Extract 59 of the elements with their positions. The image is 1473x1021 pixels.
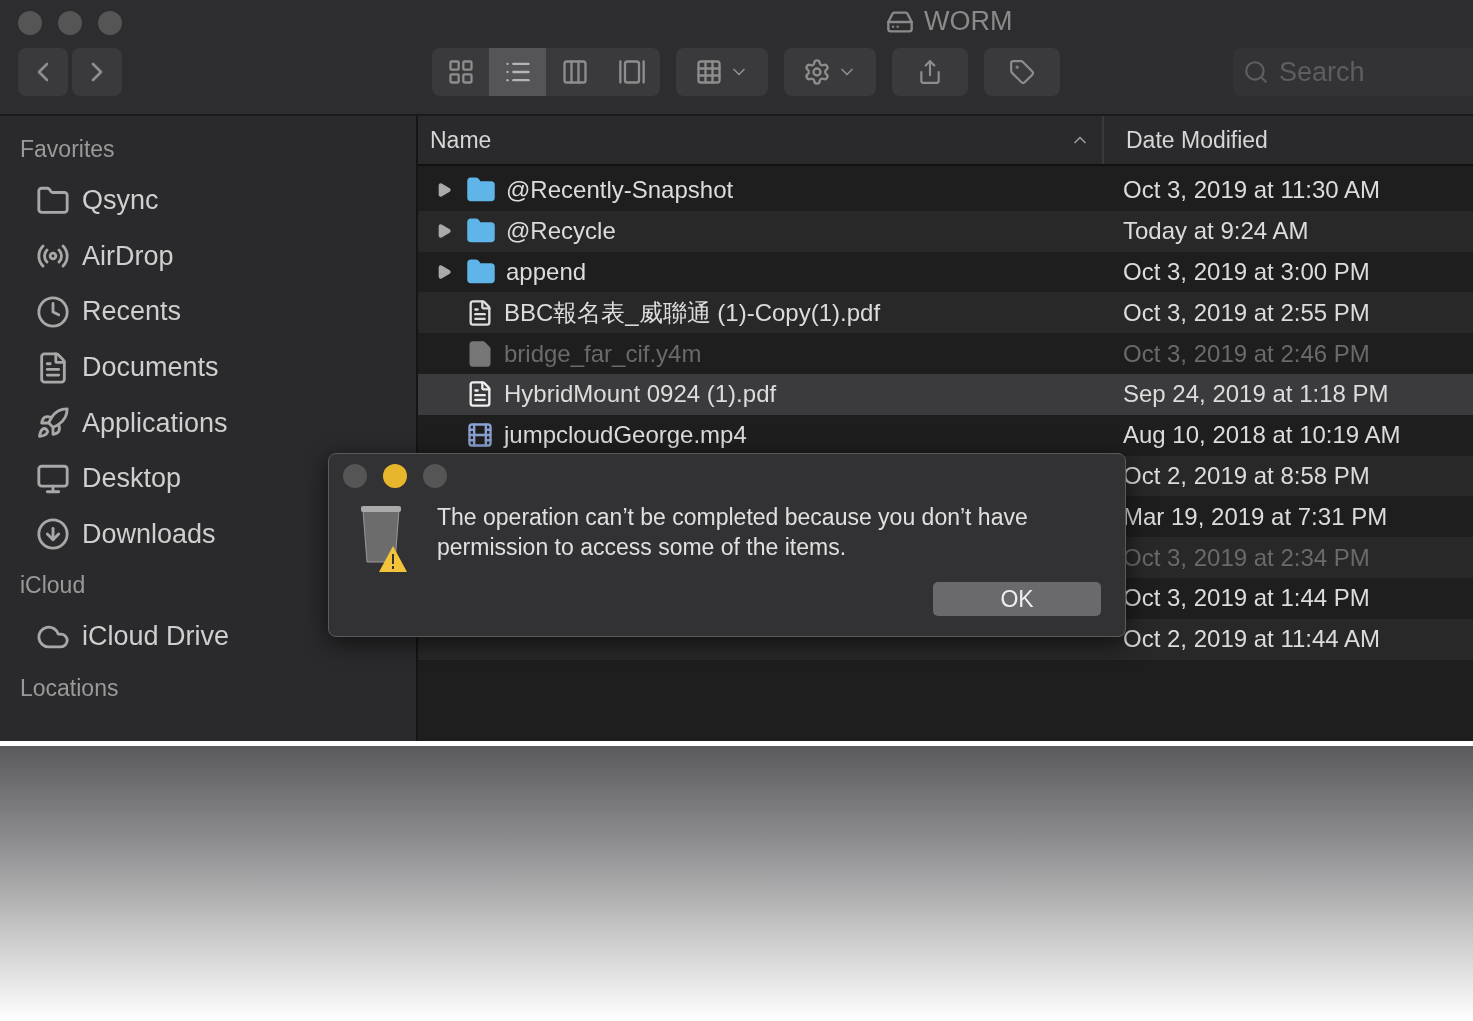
alert-message: The operation can’t be completed because you don’t have permission to access some of the items. — [437, 503, 1029, 562]
close-button[interactable] — [18, 11, 42, 35]
sidebar-item[interactable]: Recents — [0, 284, 416, 340]
tag-button[interactable] — [984, 48, 1060, 96]
grid-icon — [446, 58, 475, 86]
rocket-icon — [36, 406, 70, 441]
date-modified: Oct 2, 2019 at 11:44 AM — [1123, 625, 1381, 654]
minimize-button[interactable] — [383, 464, 407, 488]
clock-icon — [36, 295, 70, 329]
file-name: HybridMount 0924 (1).pdf — [504, 380, 777, 409]
back-button[interactable] — [18, 48, 68, 96]
share-button[interactable] — [892, 48, 968, 96]
tag-icon — [1009, 59, 1035, 85]
download-icon — [36, 517, 70, 552]
group-button[interactable] — [676, 48, 768, 96]
date-modified: Oct 3, 2019 at 3:00 PM — [1123, 258, 1370, 286]
file-name: append — [506, 258, 587, 286]
disclosure-triangle-icon[interactable] — [436, 223, 452, 240]
sidebar-item[interactable]: Documents — [0, 339, 416, 396]
file-name: jumpcloudGeorge.mp4 — [504, 421, 747, 450]
date-modified: Oct 3, 2019 at 2:55 PM — [1123, 298, 1370, 327]
columns-icon — [560, 58, 589, 86]
share-icon — [917, 59, 943, 85]
ok-button[interactable]: OK — [933, 582, 1101, 616]
window-title: WORM — [924, 6, 1013, 37]
sidebar-section-title: Favorites — [19, 135, 116, 164]
sidebar-section-title: iCloud — [19, 571, 87, 601]
file-name: bridge_far_cif.y4m — [504, 339, 702, 368]
grid-icon — [695, 58, 723, 86]
sidebar-item[interactable]: Desktop — [0, 450, 416, 507]
date-modified: Aug 10, 2018 at 10:19 AM — [1123, 421, 1401, 450]
date-modified: Oct 3, 2019 at 2:46 PM — [1123, 339, 1370, 368]
date-modified: Sep 24, 2019 at 1:18 PM — [1123, 380, 1389, 409]
gallery-icon — [617, 58, 646, 86]
file-row[interactable]: @Recycle Today at 9:24 AM — [418, 210, 1473, 252]
date-modified: Today at 9:24 AM — [1123, 217, 1309, 246]
file-name: @Recycle — [506, 217, 616, 246]
date-modified: Oct 3, 2019 at 11:30 AM — [1123, 176, 1381, 205]
view-mode-button[interactable] — [489, 48, 546, 96]
forward-button[interactable] — [72, 48, 122, 96]
video-thumbnail-icon — [466, 421, 494, 450]
file-row[interactable]: HybridMount 0924 (1).pdf Sep 24, 2019 at 1:18 PM — [418, 374, 1473, 415]
column-header[interactable]: Name — [418, 116, 1104, 164]
search-icon — [1243, 59, 1269, 85]
file-row[interactable]: BBC報名表_威聯通 (1)-Copy(1).pdf Oct 3, 2019 at 2:55 PM — [418, 292, 1473, 334]
sidebar-item[interactable]: Qsync — [0, 173, 416, 229]
gear-icon — [803, 58, 831, 86]
settings-button[interactable] — [784, 48, 876, 96]
sidebar-item[interactable]: iCloud Drive — [0, 609, 416, 665]
file-name: BBC報名表_威聯通 (1)-Copy(1).pdf — [504, 297, 881, 328]
disclosure-triangle-icon[interactable] — [436, 182, 452, 199]
sidebar-section-title: Locations — [19, 673, 120, 703]
file-name: @Recently-Snapshot — [506, 176, 734, 205]
sidebar-item[interactable]: Applications — [0, 395, 416, 451]
sidebar-item[interactable]: AirDrop — [0, 228, 416, 285]
zoom-button[interactable] — [98, 11, 122, 35]
column-header[interactable]: Date Modified — [1104, 116, 1470, 164]
disclosure-triangle-icon[interactable] — [436, 264, 452, 280]
sidebar-item[interactable]: Downloads — [0, 506, 416, 563]
